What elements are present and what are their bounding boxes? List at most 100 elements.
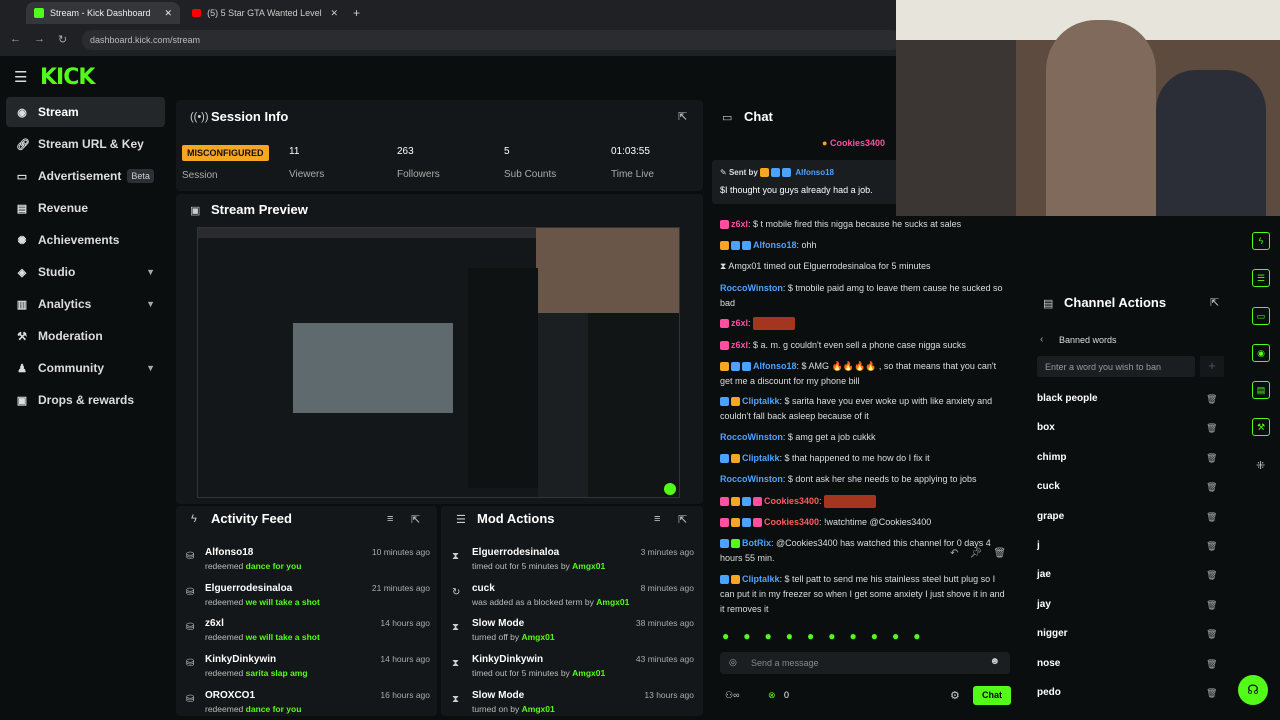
chat-message[interactable]: Alfonso18: ohh xyxy=(720,238,1010,253)
forward-icon[interactable]: → xyxy=(34,33,45,45)
reload-icon[interactable]: ↻ xyxy=(58,33,67,46)
sidebar-item-moderation[interactable]: ⚒ Moderation xyxy=(6,321,165,351)
popout-icon[interactable]: ⇱ xyxy=(678,110,687,123)
back-chevron-icon[interactable]: ‹ xyxy=(1040,334,1043,345)
moderator-name[interactable]: Amgx01 xyxy=(596,597,629,607)
chat-username[interactable]: RoccoWinston xyxy=(720,283,783,293)
broadcast-icon[interactable]: ◉ xyxy=(1252,344,1270,362)
delete-icon[interactable]: 🗑︎ xyxy=(1206,453,1217,464)
chat-message[interactable]: z6xl: xyxy=(720,316,1010,331)
support-icon[interactable]: ☊ xyxy=(1238,675,1268,705)
chat-bubble-icon[interactable]: ▭ xyxy=(1252,307,1270,325)
chat-message[interactable]: ⧗ Amgx01 timed out Elguerrodesinaloa for… xyxy=(720,259,1010,274)
close-icon[interactable]: ✕ xyxy=(330,8,338,19)
lightning-icon[interactable]: ϟ xyxy=(1252,232,1270,250)
mod-action-text: turned off by xyxy=(472,632,520,642)
chat-message[interactable]: z6xl: $ t mobile fired this nigga becaus… xyxy=(720,217,1010,232)
chat-message[interactable]: Cookies3400: xyxy=(720,494,1010,509)
chat-username[interactable]: z6xl xyxy=(731,340,748,350)
browser-tab-kick[interactable]: Stream - Kick Dashboard ✕ xyxy=(26,2,180,24)
list-icon[interactable]: ☰ xyxy=(1252,269,1270,287)
sidebar-item-community[interactable]: ♟ Community ▼ xyxy=(6,353,165,383)
chat-username[interactable]: Cliptalkk xyxy=(742,453,780,463)
popout-icon[interactable]: ⇱ xyxy=(1210,296,1219,309)
chat-username[interactable]: Cliptalkk xyxy=(742,396,780,406)
pin-icon[interactable]: 📌︎ xyxy=(970,548,983,559)
filter-icon[interactable]: ≡ xyxy=(654,513,660,525)
delete-icon[interactable]: 🗑︎ xyxy=(993,548,1006,559)
browser-tab-youtube[interactable]: (5) 5 Star GTA Wanted Level in I ✕ xyxy=(184,2,346,24)
settings-gear-icon[interactable]: ⚙ xyxy=(950,689,960,702)
chat-message[interactable]: Cliptalkk: $ tell patt to send me his st… xyxy=(720,572,1010,617)
layout-icon[interactable]: ▤ xyxy=(1252,381,1270,399)
chat-username[interactable]: Cliptalkk xyxy=(742,574,780,584)
sidebar-item-achievements[interactable]: ✺ Achievements xyxy=(6,225,165,255)
popout-icon[interactable]: ⇱ xyxy=(411,513,420,526)
chat-message[interactable]: Alfonso18: $ AMG 🔥🔥🔥🔥 , so that means th… xyxy=(720,359,1010,389)
chat-message[interactable]: RoccoWinston: $ tmobile paid amg to leav… xyxy=(720,281,1010,311)
delete-icon[interactable]: 🗑︎ xyxy=(1206,482,1217,493)
emote-bar[interactable]: ●●●●●●●●●● xyxy=(722,629,934,643)
chat-username[interactable]: Alfonso18 xyxy=(753,240,797,250)
add-word-button[interactable]: + xyxy=(1200,356,1224,377)
popout-icon[interactable]: ⇱ xyxy=(678,513,687,526)
chat-username[interactable]: Alfonso18 xyxy=(753,361,797,371)
chat-username[interactable]: Cookies3400 xyxy=(764,517,819,527)
viewers-list-icon[interactable]: ⚇∞ xyxy=(725,690,739,701)
address-bar[interactable]: dashboard.kick.com/stream xyxy=(82,30,902,50)
chat-message[interactable]: z6xl: $ a. m. g couldn't even sell a pho… xyxy=(720,338,1010,353)
sidebar-item-advertisement[interactable]: ▭ Advertisement Beta xyxy=(6,161,165,191)
chat-username[interactable]: BotRix xyxy=(742,538,771,548)
wrench-icon[interactable]: ⚒ xyxy=(1252,418,1270,436)
sidebar-item-studio[interactable]: ◈ Studio ▼ xyxy=(6,257,165,287)
delete-icon[interactable]: 🗑︎ xyxy=(1206,570,1217,581)
send-chat-button[interactable]: Chat xyxy=(973,686,1011,705)
chat-username[interactable]: Amgx01 xyxy=(728,261,761,271)
chat-input[interactable]: ◎ Send a message ☻ xyxy=(720,652,1010,674)
chat-username[interactable]: z6xl xyxy=(731,219,748,229)
chat-username[interactable]: RoccoWinston xyxy=(720,474,783,484)
menu-icon[interactable]: ☰ xyxy=(14,68,27,86)
chat-message[interactable]: RoccoWinston: $ amg get a job cukkk xyxy=(720,430,1010,445)
chat-message[interactable]: RoccoWinston: $ dont ask her she needs t… xyxy=(720,472,1010,487)
timestamp: 3 minutes ago xyxy=(640,547,694,557)
badge-icon xyxy=(742,497,751,507)
moderator-name[interactable]: Amgx01 xyxy=(572,668,605,678)
chat-bubble-icon: ▭ xyxy=(722,112,733,124)
sidebar-item-stream-url[interactable]: 🔗︎ Stream URL & Key xyxy=(6,129,165,159)
chat-message[interactable]: Cliptalkk: $ that happened to me how do … xyxy=(720,451,1010,466)
timestamp: 38 minutes ago xyxy=(635,618,694,628)
sidebar-item-analytics[interactable]: ▥ Analytics ▼ xyxy=(6,289,165,319)
reply-icon[interactable]: ↶ xyxy=(950,548,958,559)
delete-icon[interactable]: 🗑︎ xyxy=(1206,394,1217,405)
layout-grid-icon[interactable]: ⁜ xyxy=(1256,459,1265,472)
chat-username[interactable]: RoccoWinston xyxy=(720,432,783,442)
chat-username[interactable]: Cookies3400 xyxy=(764,496,819,506)
delete-icon[interactable]: 🗑︎ xyxy=(1206,512,1217,523)
ban-word-input[interactable]: Enter a word you wish to ban xyxy=(1037,356,1195,377)
kick-logo[interactable]: KICK xyxy=(40,65,95,90)
delete-icon[interactable]: 🗑︎ xyxy=(1206,629,1217,640)
sent-by-user[interactable]: Alfonso18 xyxy=(795,168,834,177)
delete-icon[interactable]: 🗑︎ xyxy=(1206,423,1217,434)
filter-icon[interactable]: ≡ xyxy=(387,513,393,525)
chat-message[interactable]: Cookies3400: !watchtime @Cookies3400 xyxy=(720,515,1010,530)
delete-icon[interactable]: 🗑︎ xyxy=(1206,600,1217,611)
sidebar-item-stream[interactable]: ◉ Stream xyxy=(6,97,165,127)
pinned-user[interactable]: Cookies3400 xyxy=(830,138,885,148)
new-tab-button[interactable]: + xyxy=(345,2,365,24)
chat-username[interactable]: z6xl xyxy=(731,318,748,328)
moderator-name[interactable]: Amgx01 xyxy=(522,704,555,714)
delete-icon[interactable]: 🗑︎ xyxy=(1206,659,1217,670)
stream-preview-video[interactable] xyxy=(197,227,680,498)
moderator-name[interactable]: Amgx01 xyxy=(572,561,605,571)
close-icon[interactable]: ✕ xyxy=(164,8,172,19)
emoji-icon[interactable]: ☻ xyxy=(989,656,1000,667)
delete-icon[interactable]: 🗑︎ xyxy=(1206,688,1217,699)
chat-message[interactable]: Cliptalkk: $ sarita have you ever woke u… xyxy=(720,394,1010,424)
back-icon[interactable]: ← xyxy=(10,33,21,45)
sidebar-item-revenue[interactable]: ▤ Revenue xyxy=(6,193,165,223)
delete-icon[interactable]: 🗑︎ xyxy=(1206,541,1217,552)
moderator-name[interactable]: Amgx01 xyxy=(521,632,554,642)
sidebar-item-drops[interactable]: ▣ Drops & rewards xyxy=(6,385,165,415)
